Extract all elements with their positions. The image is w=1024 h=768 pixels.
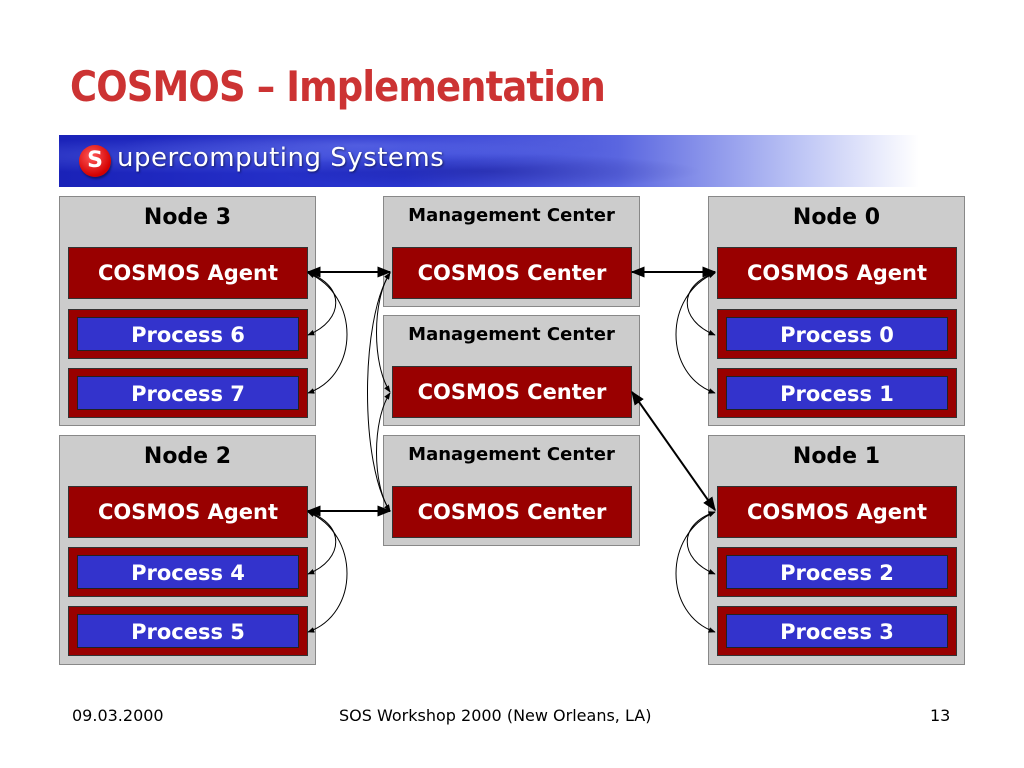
link-mc1-mc3 [367,272,391,512]
link-agent-process3 [675,511,716,633]
link-mc1-mc2 [376,272,391,393]
link-agent-process5 [307,511,348,633]
connection-arrows [306,266,717,633]
footer-page-number: 13 [930,706,951,725]
link-agent-process4 [307,511,337,575]
link-agent-process2 [686,511,716,575]
footer-event: SOS Workshop 2000 (New Orleans, LA) [339,706,652,725]
link-agent-process7 [307,272,348,394]
link-agent-process0 [686,272,716,336]
footer-date: 09.03.2000 [72,706,164,725]
link-mc2-node1 [631,390,716,512]
link-mc2-mc3 [376,392,391,512]
link-agent-process6 [307,272,337,336]
link-agent-process1 [675,272,716,394]
